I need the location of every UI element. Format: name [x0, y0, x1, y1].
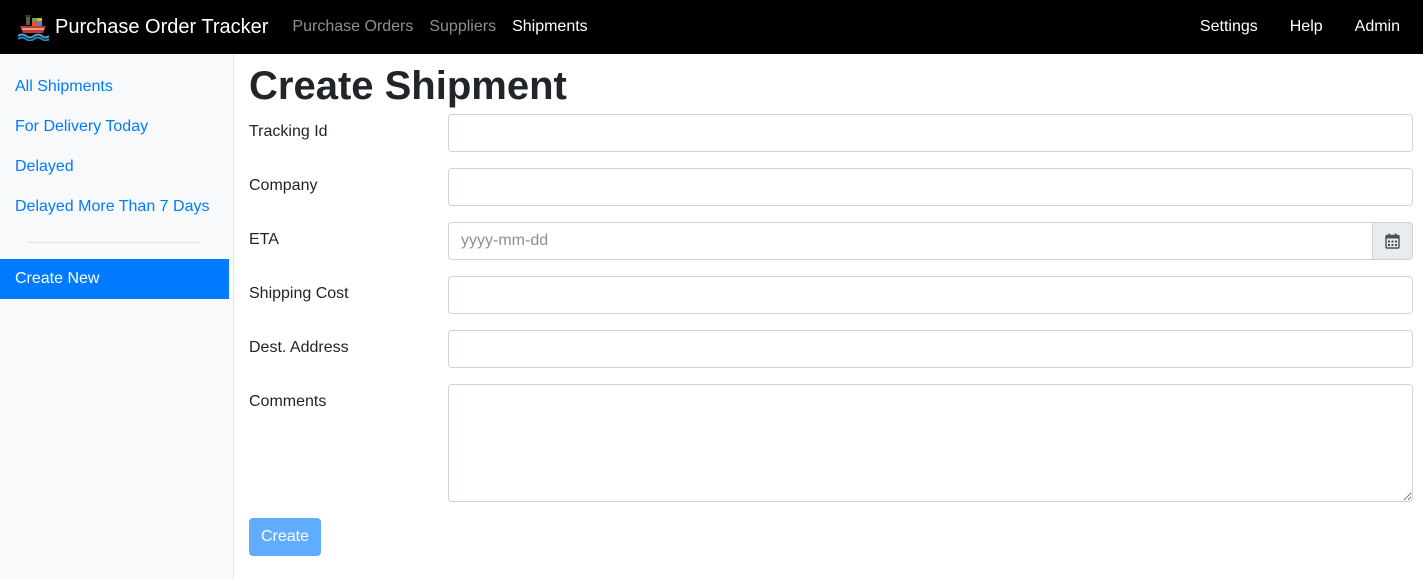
dest-address-label: Dest. Address	[249, 339, 349, 356]
company-input[interactable]	[448, 168, 1413, 206]
nav-help[interactable]: Help	[1290, 18, 1323, 36]
top-navbar: Purchase Order Tracker Purchase Orders S…	[0, 0, 1423, 54]
tracking-id-input[interactable]	[448, 114, 1413, 152]
brand-name: Purchase Order Tracker	[55, 15, 269, 38]
sidebar: All Shipments For Delivery Today Delayed…	[0, 54, 234, 579]
company-label: Company	[249, 177, 318, 194]
sidebar-item-create-new[interactable]: Create New	[0, 259, 229, 299]
sidebar-item-all-shipments[interactable]: All Shipments	[0, 67, 229, 107]
user-nav: Settings Help Admin	[1168, 18, 1400, 36]
sidebar-divider	[28, 242, 200, 243]
eta-label: ETA	[249, 231, 279, 248]
brand[interactable]: Purchase Order Tracker	[17, 13, 268, 41]
calendar-icon	[1385, 233, 1400, 249]
nav-shipments[interactable]: Shipments	[512, 18, 588, 36]
nav-admin[interactable]: Admin	[1355, 18, 1400, 36]
sidebar-item-for-delivery-today[interactable]: For Delivery Today	[0, 107, 229, 147]
sidebar-item-delayed-7-days[interactable]: Delayed More Than 7 Days	[0, 187, 229, 227]
main-nav: Purchase Orders Suppliers Shipments	[292, 18, 603, 36]
comments-textarea[interactable]	[448, 384, 1413, 502]
comments-label: Comments	[249, 393, 327, 410]
page-title: Create Shipment	[249, 64, 567, 108]
dest-address-input[interactable]	[448, 330, 1413, 368]
shipping-cost-input[interactable]	[448, 276, 1413, 314]
eta-input[interactable]	[448, 222, 1373, 260]
calendar-button[interactable]	[1373, 222, 1413, 260]
tracking-id-label: Tracking Id	[249, 123, 328, 140]
nav-suppliers[interactable]: Suppliers	[429, 18, 496, 36]
sidebar-item-delayed[interactable]: Delayed	[0, 147, 229, 187]
create-button[interactable]: Create	[249, 518, 321, 556]
nav-settings[interactable]: Settings	[1200, 18, 1258, 36]
shipping-cost-label: Shipping Cost	[249, 285, 349, 302]
ship-logo-icon	[17, 15, 49, 41]
nav-purchase-orders[interactable]: Purchase Orders	[292, 18, 413, 36]
